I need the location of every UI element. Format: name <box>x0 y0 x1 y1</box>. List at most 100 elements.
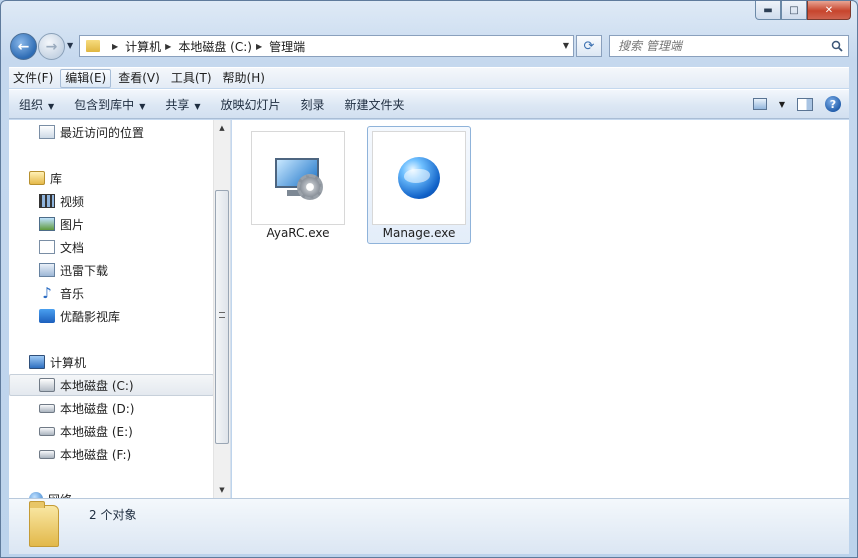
nav-item-videos[interactable]: 视频 <box>9 190 214 212</box>
nav-label: 计算机 <box>50 355 87 370</box>
file-item-ayarc[interactable]: AyaRC.exe <box>246 126 350 244</box>
item-count-status: 2 个对象 <box>89 508 137 522</box>
nav-scrollbar[interactable]: ▲ ▼ <box>213 120 230 498</box>
nav-item-drive-d[interactable]: 本地磁盘 (D:) <box>9 397 214 419</box>
nav-label: 视频 <box>60 194 85 209</box>
nav-item-recent[interactable]: 最近访问的位置 <box>9 121 214 143</box>
command-bar: 组织 ▼ 包含到库中 ▼ 共享 ▼ 放映幻灯片 刻录 新建文件夹 ▼ ? <box>9 89 849 119</box>
video-icon <box>39 194 55 208</box>
folder-icon <box>29 501 59 547</box>
chevron-right-icon[interactable]: ▶ <box>112 42 118 51</box>
scrollbar-thumb[interactable] <box>215 190 229 444</box>
document-icon <box>39 240 55 254</box>
preview-pane-icon[interactable] <box>797 97 813 111</box>
address-history-dropdown[interactable]: ▼ <box>563 41 569 50</box>
nav-item-drive-e[interactable]: 本地磁盘 (E:) <box>9 420 214 442</box>
nav-item-drive-f[interactable]: 本地磁盘 (F:) <box>9 443 214 465</box>
chevron-right-icon[interactable]: ▶ <box>256 42 262 51</box>
nav-item-documents[interactable]: 文档 <box>9 236 214 258</box>
nav-item-drive-c[interactable]: 本地磁盘 (C:) <box>9 374 214 396</box>
share-label: 共享 <box>165 97 190 112</box>
video-library-icon <box>39 309 55 323</box>
nav-label: 本地磁盘 (D:) <box>60 401 135 416</box>
menu-help[interactable]: 帮助(H) <box>219 69 269 88</box>
nav-label: 图片 <box>60 217 85 232</box>
gear-shape <box>297 174 323 200</box>
chevron-down-icon: ▼ <box>194 101 201 111</box>
close-button[interactable]: ✕ <box>807 1 851 20</box>
nav-item-music[interactable]: ♪ 音乐 <box>9 282 214 304</box>
breadcrumb-current-folder[interactable]: 管理端 <box>269 38 305 55</box>
nav-item-youku[interactable]: 优酷影视库 <box>9 305 214 327</box>
change-view-icon[interactable] <box>752 98 767 110</box>
menu-edit[interactable]: 编辑(E) <box>60 68 112 88</box>
scroll-up-arrow-icon[interactable]: ▲ <box>214 120 230 136</box>
search-icon[interactable] <box>831 40 843 52</box>
recent-places-icon <box>39 125 55 139</box>
download-library-icon <box>39 263 55 277</box>
hard-drive-icon <box>39 403 55 413</box>
details-pane: 2 个对象 <box>9 498 849 554</box>
nav-item-libraries[interactable]: 库 <box>9 167 214 189</box>
view-controls: ▼ ? <box>752 96 841 112</box>
file-item-manage[interactable]: Manage.exe <box>367 126 471 244</box>
nav-item-network[interactable]: 网络 <box>9 488 214 498</box>
caption-buttons: ▬ □ ✕ <box>755 1 851 21</box>
file-name: Manage.exe <box>382 226 456 240</box>
music-note-icon: ♪ <box>42 284 52 302</box>
menu-tools[interactable]: 工具(T) <box>167 69 216 88</box>
explorer-window: ▬ □ ✕ ← → ▼ ▶ 计算机 ▶ 本地磁盘 (C:) ▶ 管理端 ▼ ⟳ … <box>0 0 858 558</box>
menu-file[interactable]: 文件(F) <box>9 69 57 88</box>
hard-drive-icon <box>39 426 55 436</box>
grip-icon <box>219 312 225 318</box>
hard-drive-icon <box>39 449 55 459</box>
chevron-down-icon: ▼ <box>48 101 55 111</box>
breadcrumb-computer[interactable]: 计算机 <box>125 38 161 55</box>
organize-button[interactable]: 组织 ▼ <box>9 96 64 113</box>
maximize-button[interactable]: □ <box>781 1 807 20</box>
globe-icon <box>398 157 440 199</box>
file-thumbnail <box>372 131 466 225</box>
address-bar[interactable]: ▶ 计算机 ▶ 本地磁盘 (C:) ▶ 管理端 ▼ <box>79 35 574 57</box>
search-input[interactable] <box>618 39 818 53</box>
slideshow-button[interactable]: 放映幻灯片 <box>211 96 291 113</box>
nav-label: 音乐 <box>60 286 85 301</box>
burn-button[interactable]: 刻录 <box>291 96 335 113</box>
nav-label: 本地磁盘 (E:) <box>60 424 133 439</box>
address-row: ← → ▼ ▶ 计算机 ▶ 本地磁盘 (C:) ▶ 管理端 ▼ ⟳ <box>9 32 849 60</box>
file-thumbnail <box>251 131 345 225</box>
folder-icon <box>86 40 100 52</box>
chevron-right-icon[interactable]: ▶ <box>165 42 171 51</box>
navigation-pane: 最近访问的位置 库 视频 图片 文档 迅雷下载 ♪ 音乐 优酷影视库 计算机 本… <box>9 120 231 498</box>
help-icon[interactable]: ? <box>825 96 841 112</box>
minimize-button[interactable]: ▬ <box>755 1 781 20</box>
nav-item-thunder-downloads[interactable]: 迅雷下载 <box>9 259 214 281</box>
chevron-down-icon: ▼ <box>139 101 146 111</box>
forward-button[interactable]: → <box>38 33 65 60</box>
include-in-library-button[interactable]: 包含到库中 ▼ <box>64 96 155 113</box>
menu-bar: 文件(F) 编辑(E) 查看(V) 工具(T) 帮助(H) <box>9 67 849 88</box>
nav-label: 迅雷下载 <box>60 263 109 278</box>
new-folder-button[interactable]: 新建文件夹 <box>335 96 415 113</box>
nav-item-pictures[interactable]: 图片 <box>9 213 214 235</box>
nav-label: 网络 <box>48 491 72 499</box>
file-name: AyaRC.exe <box>266 226 330 240</box>
library-icon <box>29 171 45 185</box>
computer-icon <box>29 355 45 369</box>
recent-pages-dropdown[interactable]: ▼ <box>67 41 73 50</box>
view-options-dropdown[interactable]: ▼ <box>779 100 785 109</box>
nav-item-computer[interactable]: 计算机 <box>9 351 214 373</box>
search-box[interactable] <box>609 35 849 57</box>
file-list[interactable]: AyaRC.exe Manage.exe <box>232 120 849 498</box>
remote-control-gear-icon <box>273 154 323 202</box>
back-button[interactable]: ← <box>10 33 37 60</box>
scroll-down-arrow-icon[interactable]: ▼ <box>214 482 230 498</box>
pictures-icon <box>39 217 55 231</box>
nav-label: 本地磁盘 (C:) <box>60 378 134 393</box>
refresh-button[interactable]: ⟳ <box>576 35 602 57</box>
breadcrumb-drive-c[interactable]: 本地磁盘 (C:) <box>178 38 252 55</box>
nav-label: 库 <box>50 171 63 186</box>
share-button[interactable]: 共享 ▼ <box>155 96 210 113</box>
menu-view[interactable]: 查看(V) <box>114 69 164 88</box>
nav-label: 文档 <box>60 240 85 255</box>
